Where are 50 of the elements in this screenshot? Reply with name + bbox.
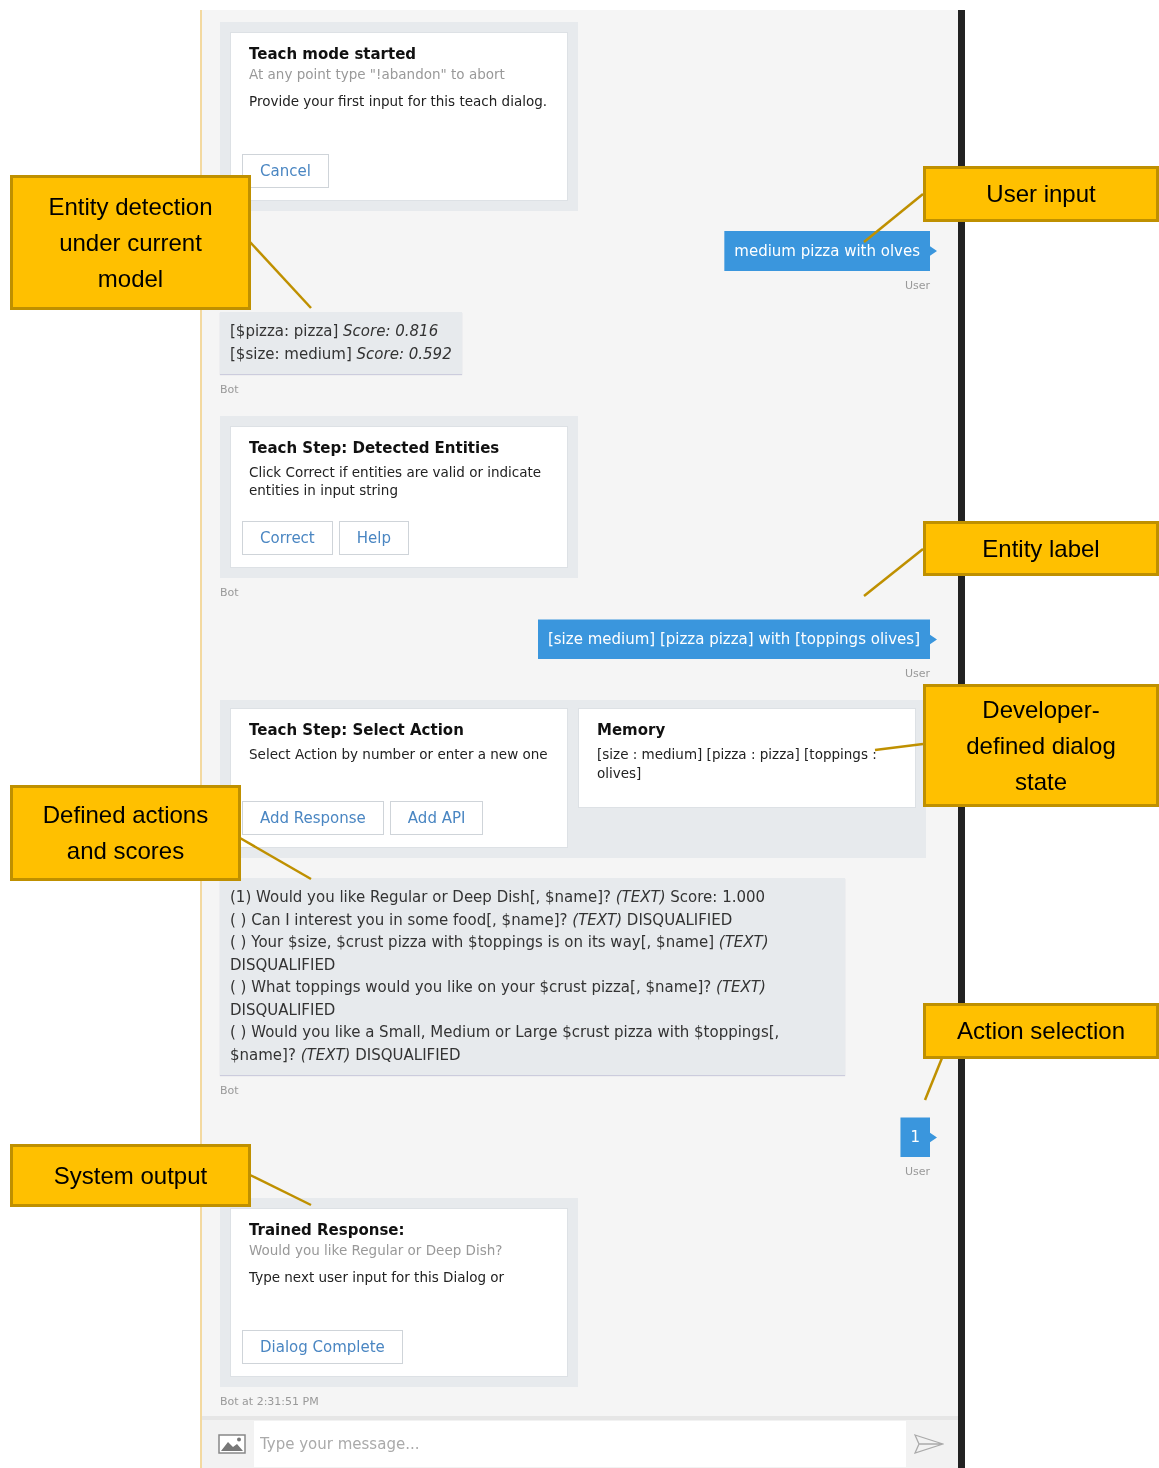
- leader-line: [249, 241, 312, 309]
- card-button[interactable]: Dialog Complete: [242, 1330, 403, 1365]
- message-bubble: medium pizza with olves: [724, 231, 937, 271]
- callout: System output: [10, 1144, 251, 1207]
- card-button[interactable]: Add API: [389, 801, 484, 836]
- card-title: Trained Response:: [249, 1221, 406, 1240]
- message-line: [$pizza: pizza] Score: 0.816: [230, 321, 440, 342]
- callout: Defined actions and scores: [10, 785, 241, 881]
- message-line: ( ) Your $size, $crust pizza with $toppings is on its way[, $name] (TEXT) DISQUALIFIED: [230, 932, 770, 976]
- card-text: Provide your first input for this teach dialog.: [249, 92, 549, 111]
- sender-label: Bot: [220, 383, 240, 396]
- message-line: (1) Would you like Regular or Deep Dish[, $name]? (TEXT) Score: 1.000: [230, 887, 767, 909]
- leader-line: [923, 1057, 944, 1101]
- sender-label: User: [904, 279, 930, 292]
- message-line: ( ) What toppings would you like on your $crust pizza[, $name]? (TEXT) DISQUALIFIED: [230, 977, 767, 1021]
- card-text: Select Action by number or enter a new one: [249, 745, 549, 764]
- sender-label: Bot: [220, 1084, 240, 1098]
- card-text: Click Correct if entities are valid or indicate entities in input string: [249, 463, 543, 500]
- leader-line: [863, 548, 924, 597]
- message-line: [$size: medium] Score: 0.592: [230, 343, 452, 365]
- message-bubble: [size medium] [pizza pizza] with [toppings olives]: [537, 619, 937, 660]
- card-button[interactable]: Cancel: [242, 154, 329, 188]
- sender-label: Bot: [220, 586, 240, 600]
- callout: Entity detection under current model: [10, 175, 251, 310]
- image-icon[interactable]: [218, 1434, 246, 1454]
- message-line: ( ) Would you like a Small, Medium or Large $crust pizza with $toppings[, $name]? (TEXT) DISQUALIFIED: [230, 1022, 781, 1066]
- message-line: ( ) Can I interest you in some food[, $name]? (TEXT) DISQUALIFIED: [230, 909, 734, 931]
- message-input-field[interactable]: Type your message...: [254, 1421, 906, 1467]
- leader-line: [874, 742, 924, 752]
- card-subtitle: At any point type "!abandon" to abort: [249, 66, 506, 82]
- message-bubble: 1: [900, 1117, 937, 1158]
- card-title: Teach mode started: [249, 45, 418, 63]
- card-title: Memory: [597, 721, 667, 740]
- sender-label: User: [904, 1165, 930, 1179]
- callout: Action selection: [923, 1003, 1159, 1059]
- callout: User input: [923, 166, 1159, 222]
- card-title: Teach Step: Detected Entities: [249, 439, 501, 457]
- card-title: Teach Step: Select Action: [249, 721, 465, 740]
- card-button[interactable]: Correct: [242, 521, 333, 556]
- leader-line: [249, 1173, 312, 1207]
- card-text: Type next user input for this Dialog or: [249, 1268, 506, 1287]
- sender-label: User: [904, 667, 930, 681]
- sender-label: Bot at 2:31:51 PM: [220, 1395, 320, 1409]
- callout: Entity label: [923, 521, 1159, 576]
- leader-line: [863, 193, 924, 243]
- card-subtitle: Would you like Regular or Deep Dish?: [249, 1242, 504, 1259]
- callout: Developer-defined dialog state: [923, 684, 1159, 807]
- card-text: [size : medium] [pizza : pizza] [toppings : olives]: [597, 745, 878, 782]
- card-button[interactable]: Add Response: [242, 801, 384, 836]
- card-button[interactable]: Help: [338, 521, 409, 556]
